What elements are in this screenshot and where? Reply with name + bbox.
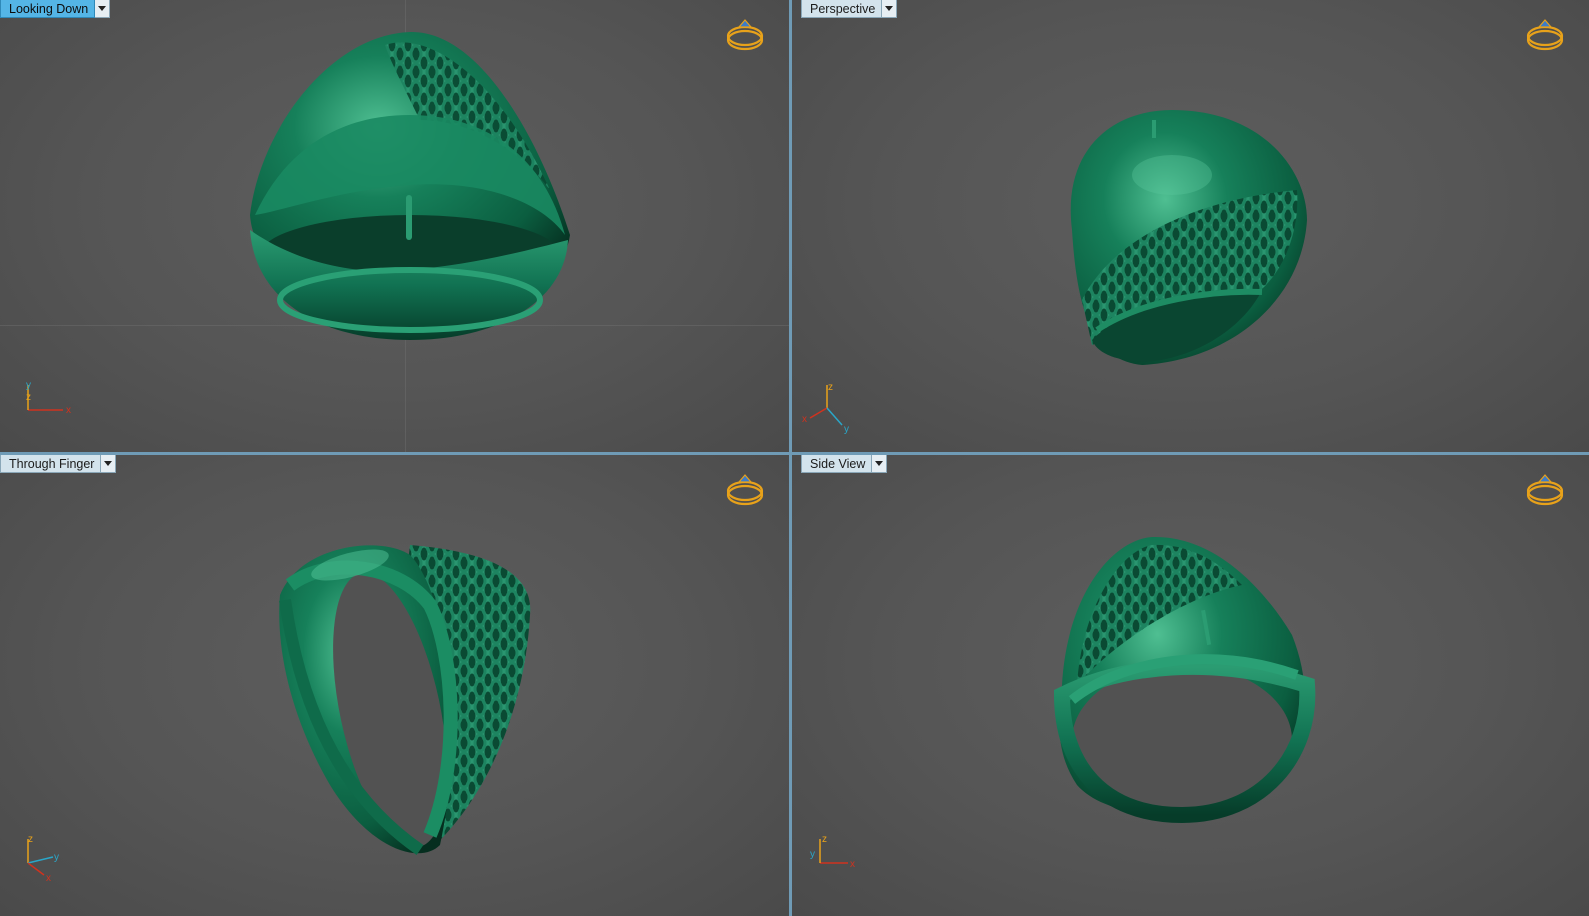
svg-text:y: y (810, 849, 815, 860)
svg-text:y: y (54, 852, 59, 863)
svg-text:x: x (850, 859, 855, 870)
svg-text:z: z (28, 834, 33, 845)
viewport-looking-down[interactable]: Looking Down x z y (0, 0, 789, 452)
svg-text:x: x (66, 405, 71, 416)
viewport-divider-vertical[interactable] (789, 0, 792, 916)
viewport-through-finger[interactable]: Through Finger z y x (0, 455, 789, 916)
ring-model[interactable] (792, 455, 1589, 916)
axis-indicator: z x y (802, 382, 849, 435)
viewport-side-view[interactable]: Side View z y x (792, 455, 1589, 916)
axis-indicator: x z y (26, 380, 71, 416)
svg-text:y: y (844, 424, 849, 435)
svg-text:z: z (822, 834, 827, 845)
axis-indicator: z y x (810, 834, 855, 870)
ring-model[interactable] (792, 0, 1589, 452)
svg-text:z: z (828, 382, 833, 393)
svg-text:y: y (26, 380, 31, 391)
ring-model[interactable] (0, 0, 789, 452)
viewport-perspective[interactable]: Perspective z x y (792, 0, 1589, 452)
svg-text:x: x (802, 414, 807, 425)
axis-indicator: z y x (27, 834, 59, 884)
svg-text:x: x (46, 873, 51, 884)
viewport-divider-horizontal[interactable] (0, 452, 1589, 455)
svg-text:z: z (26, 392, 31, 403)
ring-model[interactable] (0, 455, 789, 916)
